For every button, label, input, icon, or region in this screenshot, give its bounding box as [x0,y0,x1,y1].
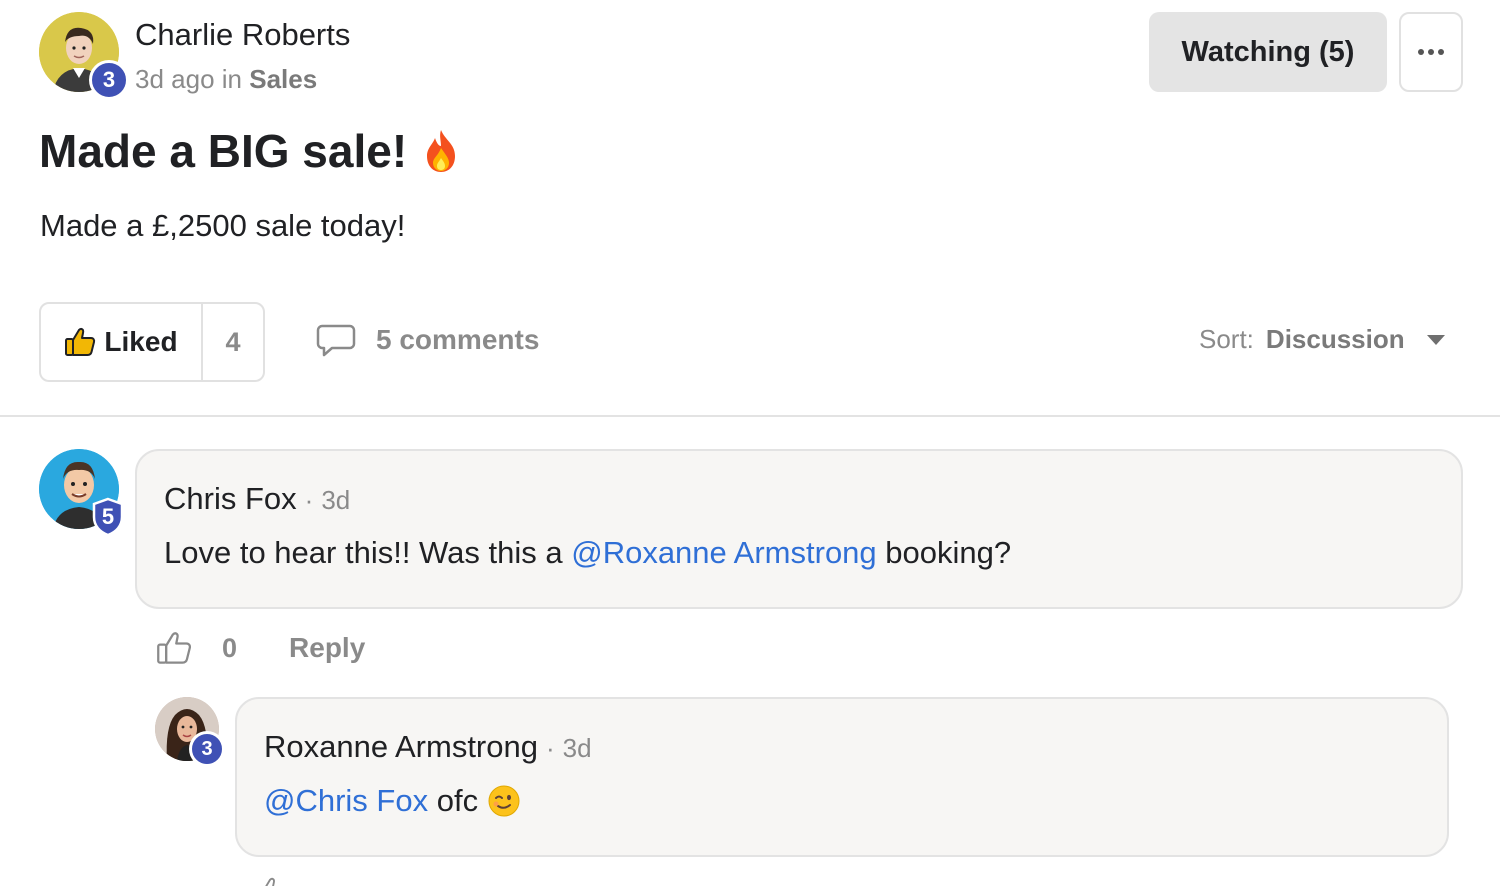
post-time: 3d ago [135,64,215,94]
post-in-word: in [221,64,243,94]
like-button-group: Liked 4 [39,302,265,382]
author-avatar[interactable]: 3 [39,12,129,100]
reply-author[interactable]: Roxanne Armstrong [264,729,538,765]
comment-time: 3d [321,485,351,515]
liked-label: Liked [104,326,178,357]
thumbs-up-filled-icon [65,328,96,356]
author-name[interactable]: Charlie Roberts [135,17,350,53]
comment-actions: 0 Reply [156,630,365,666]
comment-bubble-icon [316,324,356,357]
post-body: Made a £,2500 sale today! [40,208,406,243]
comments-link[interactable]: 5 comments [316,322,539,358]
reply-button[interactable]: Reply [289,632,365,664]
comment-text-after: booking? [876,535,1012,570]
reply-text-after: ofc [428,783,479,818]
liked-button[interactable]: Liked [41,304,203,380]
reply-avatar[interactable]: 3 [155,697,225,767]
author-level-badge: 3 [89,60,129,100]
reply-text: @Chris Fox ofc [264,783,520,819]
fire-emoji-icon [427,130,456,172]
sort-dropdown[interactable]: Sort: Discussion [1199,324,1445,355]
comment-bubble: Chris Fox · 3d Love to hear this!! Was t… [135,449,1463,609]
comment-avatar[interactable]: 5 [39,449,124,537]
watching-button[interactable]: Watching (5) [1149,12,1387,92]
post-meta: 3d ago in Sales [135,64,317,95]
post-title-text: Made a BIG sale! [39,125,408,177]
sort-prefix: Sort: [1199,324,1254,354]
sort-value: Discussion [1265,324,1405,354]
more-dots-icon [1418,49,1444,55]
reply-header: Roxanne Armstrong · 3d [264,729,592,765]
wink-emoji-icon [488,785,520,817]
comments-count-label: 5 comments [376,324,540,355]
section-divider [0,415,1500,417]
post-title: Made a BIG sale! [39,124,461,178]
mention-link[interactable]: @Roxanne Armstrong [571,535,876,570]
comment-level-number: 5 [101,504,115,529]
comment-text: Love to hear this!! Was this a @Roxanne … [164,535,1011,571]
comment-like-count: 0 [222,632,238,663]
chevron-down-icon [1426,334,1445,345]
reply-actions-partial [256,876,456,886]
more-options-button[interactable] [1399,12,1463,92]
reply-level-badge: 3 [189,731,225,767]
reply-bubble: Roxanne Armstrong · 3d @Chris Fox ofc [235,697,1449,857]
post-category-link[interactable]: Sales [249,64,317,94]
thumbs-up-outline-icon[interactable] [256,876,286,886]
thumbs-up-outline-icon[interactable] [156,630,192,666]
reply-time: 3d [562,733,592,763]
reply-time-dot: · [545,733,555,763]
comment-author[interactable]: Chris Fox [164,481,297,517]
comment-time-dot: · [304,485,314,515]
comment-header: Chris Fox · 3d [164,481,350,517]
comment-text-before: Love to hear this!! Was this a [164,535,572,570]
reply-mention-link[interactable]: @Chris Fox [264,783,428,819]
like-count[interactable]: 4 [203,304,263,380]
comment-level-badge: 5 [91,497,125,537]
